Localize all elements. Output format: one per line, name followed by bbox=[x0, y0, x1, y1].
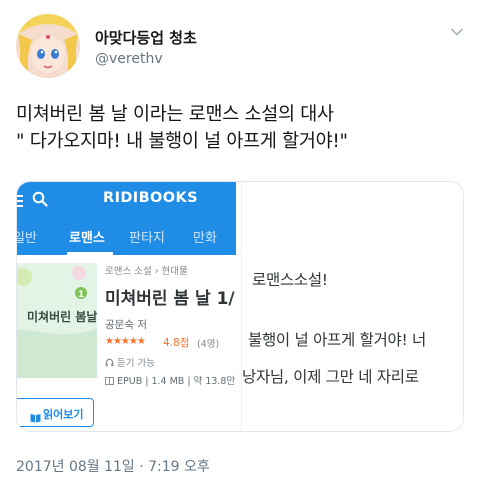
tab-fantasy: 판타지 bbox=[129, 231, 165, 246]
listen-available: 듣기 가능 bbox=[105, 355, 155, 369]
rating-count: (4명) bbox=[197, 339, 220, 350]
ridibooks-logo: RIDIBOOKS bbox=[103, 190, 198, 206]
user-handle[interactable]: @verethv bbox=[95, 51, 163, 67]
book-title: 미쳐버린 봄 날 1/2 bbox=[105, 289, 236, 309]
chevron-down-icon[interactable] bbox=[449, 24, 465, 40]
active-tab-underline bbox=[67, 252, 113, 255]
avatar-image bbox=[16, 14, 80, 78]
book-cover: 미쳐버린 봄날 1 bbox=[17, 263, 97, 378]
tweet-media[interactable]: RIDIBOOKS 일반 로맨스 판타지 만화 미쳐버린 봄날 1 로맨스 소설… bbox=[16, 181, 464, 432]
cover-title: 미쳐버린 봄날 bbox=[27, 309, 97, 324]
file-info-text: EPUB | 1.4 MB | 약 13.8만 bbox=[117, 376, 236, 387]
book-category: 로맨스 소설 › 현대물 bbox=[105, 266, 188, 277]
tweet-line: " 다가오지마! 내 불행이 널 아프게 할거야!" bbox=[16, 131, 348, 152]
avatar[interactable] bbox=[16, 14, 80, 78]
tab-romance: 로맨스 bbox=[69, 231, 105, 246]
tab-comics: 만화 bbox=[193, 231, 217, 246]
read-preview-label: 읽어보기 bbox=[43, 408, 84, 421]
tab-general: 일반 bbox=[17, 231, 37, 246]
book-icon bbox=[30, 408, 41, 423]
novel-excerpt-screenshot[interactable]: 로맨스소설! 불행이 널 아프게 할거야! 너 낭자님, 이제 그만 네 자리로 bbox=[241, 182, 463, 431]
excerpt-line: 불행이 널 아프게 할거야! 너 bbox=[248, 331, 426, 349]
tweet-timestamp[interactable]: 2017년 08월 11일 · 7:19 오후 bbox=[16, 456, 210, 476]
ridibooks-tabs: 일반 로맨스 판타지 만화 bbox=[17, 216, 236, 255]
rating-stars: ★★★★★ bbox=[105, 336, 146, 347]
menu-icon bbox=[17, 192, 23, 207]
search-icon bbox=[32, 191, 48, 207]
book-icon bbox=[105, 376, 117, 387]
file-info: EPUB | 1.4 MB | 약 13.8만 bbox=[105, 373, 235, 387]
tweet-text: 미쳐버린 봄 날 이라는 로맨스 소설의 대사 " 다가오지마! 내 불행이 널… bbox=[16, 101, 468, 155]
cover-volume: 1 bbox=[78, 290, 84, 300]
book-author: 공문숙 저 bbox=[105, 319, 147, 331]
tweet-line: 미쳐버린 봄 날 이라는 로맨스 소설의 대사 bbox=[16, 104, 334, 125]
ridibooks-top-bar: RIDIBOOKS bbox=[17, 182, 236, 216]
excerpt-line: 낭자님, 이제 그만 네 자리로 bbox=[242, 368, 419, 386]
read-preview-button[interactable]: 읽어보기 bbox=[17, 398, 94, 427]
listen-label: 듣기 가능 bbox=[117, 358, 156, 369]
ridibooks-screenshot[interactable]: RIDIBOOKS 일반 로맨스 판타지 만화 미쳐버린 봄날 1 로맨스 소설… bbox=[17, 182, 236, 431]
rating-score: 4.8점 bbox=[163, 337, 190, 349]
display-name[interactable]: 아맞다등업 청초 bbox=[95, 27, 197, 48]
excerpt-line: 로맨스소설! bbox=[252, 271, 328, 289]
headphones-icon bbox=[105, 358, 117, 369]
